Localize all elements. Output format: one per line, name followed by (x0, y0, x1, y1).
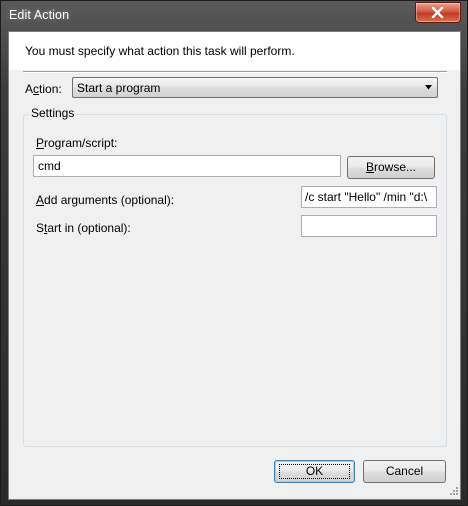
cancel-button[interactable]: Cancel (363, 460, 446, 483)
ok-button[interactable]: OK (274, 460, 355, 483)
dialog-client-area: You must specify what action this task w… (8, 31, 461, 500)
add-arguments-label: Add arguments (optional): (36, 193, 175, 207)
close-icon (431, 7, 444, 18)
program-script-label: Program/script: (36, 136, 118, 150)
action-dropdown-value: Start a program (77, 81, 161, 95)
focus-rectangle (279, 464, 350, 479)
title-bar[interactable]: Edit Action (1, 1, 467, 31)
instruction-text: You must specify what action this task w… (25, 44, 295, 58)
start-in-input[interactable] (301, 215, 437, 237)
start-in-label: Start in (optional): (36, 221, 131, 235)
settings-legend: Settings (29, 106, 77, 120)
chevron-down-icon (425, 85, 432, 90)
program-script-input[interactable]: cmd (33, 155, 341, 177)
instruction-band: You must specify what action this task w… (9, 32, 460, 70)
action-dropdown[interactable]: Start a program (72, 77, 438, 98)
dialog-window: Edit Action You must specify what action… (0, 0, 468, 506)
separator (23, 71, 447, 73)
action-label: Action: (25, 82, 62, 96)
arguments-input[interactable]: /c start "Hello" /min "d:\ (301, 186, 437, 208)
browse-button[interactable]: Browse... (347, 156, 435, 179)
window-title: Edit Action (9, 8, 70, 22)
close-button[interactable] (415, 2, 461, 23)
size-grip-icon[interactable] (450, 487, 459, 496)
